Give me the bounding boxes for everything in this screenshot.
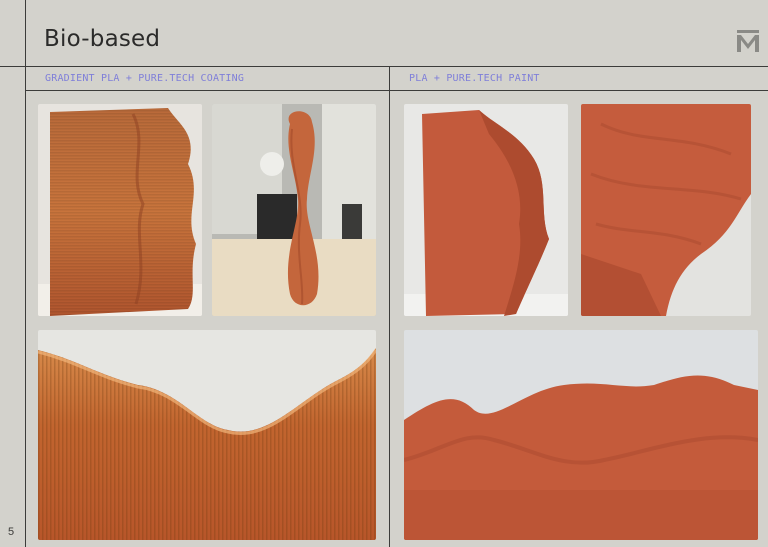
header-divider — [0, 66, 768, 67]
photo-vase-in-workshop — [212, 104, 376, 316]
photo-gradient-ridge-closeup — [38, 330, 376, 540]
photo-painted-surface-closeup — [581, 104, 751, 316]
m-brand-logo-icon — [737, 30, 759, 52]
photo-gradient-block-side — [38, 104, 202, 316]
section-label-divider — [25, 90, 768, 91]
section-label-gradient-pla: GRADIENT PLA + PURE.TECH COATING — [45, 73, 245, 84]
column-divider — [389, 66, 390, 547]
photo-painted-ridge-closeup — [404, 330, 758, 540]
section-label-pla-paint: PLA + PURE.TECH PAINT — [409, 73, 540, 84]
left-margin-rule — [25, 0, 26, 547]
page-number: 5 — [8, 526, 15, 538]
photo-painted-block-side — [404, 104, 568, 316]
page-title: Bio-based — [44, 26, 161, 52]
